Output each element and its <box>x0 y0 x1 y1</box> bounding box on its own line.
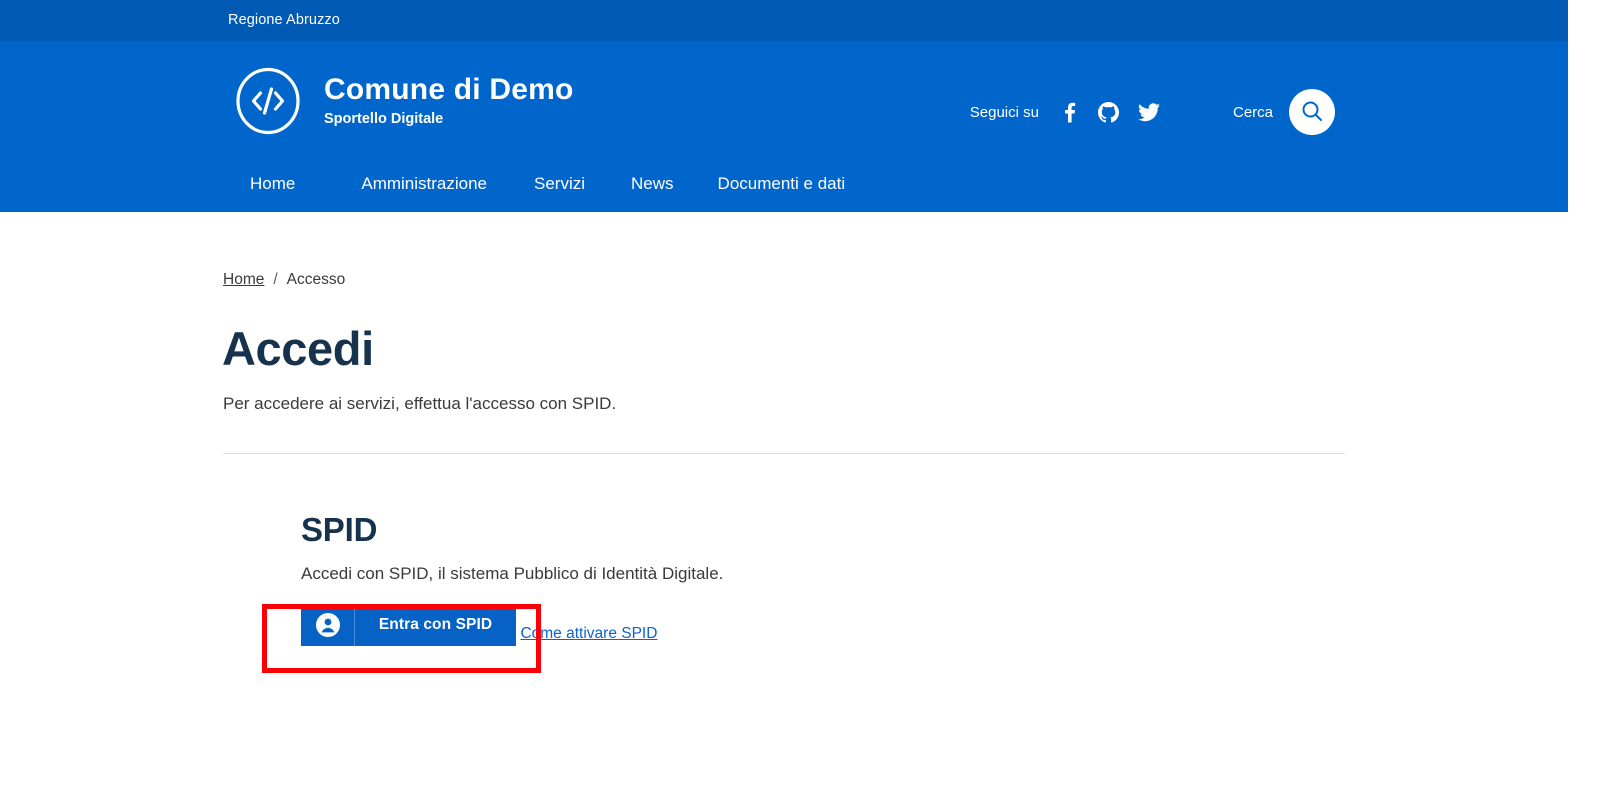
page-intro-text: Per accedere ai servizi, effettua l'acce… <box>223 394 617 413</box>
entra-con-spid-label: Entra con SPID <box>378 616 493 633</box>
page-root: Regione Abruzzo Comune di Demo Sportello… <box>0 0 1612 798</box>
owner-label: Regione Abruzzo <box>228 12 340 28</box>
header-utilities: Seguici su Cerca <box>970 84 1335 140</box>
spid-description: Accedi con SPID, il sistema Pubblico di … <box>301 564 724 583</box>
section-divider <box>223 453 1345 454</box>
search-group: Cerca <box>1233 89 1335 135</box>
page-title: Accedi <box>222 322 374 375</box>
breadcrumb-item-home[interactable]: Home <box>223 271 264 289</box>
site-subtitle: Sportello Digitale <box>324 111 444 127</box>
follow-us-label: Seguici su <box>969 103 1039 121</box>
nav-item-documenti-e-dati[interactable]: Documenti e dati <box>718 170 846 198</box>
main-navigation: Home Amministrazione Servizi News Docume… <box>250 170 845 198</box>
brand-block[interactable]: Comune di Demo Sportello Digitale <box>234 67 573 135</box>
entra-con-spid-button[interactable]: Entra con SPID <box>301 604 516 646</box>
facebook-icon[interactable] <box>1057 100 1081 124</box>
user-circle-icon <box>301 604 355 646</box>
search-icon <box>1300 99 1324 126</box>
github-icon[interactable] <box>1097 100 1121 124</box>
search-label: Cerca <box>1232 103 1273 121</box>
top-owner-bar: Regione Abruzzo <box>0 0 1568 41</box>
breadcrumb-separator: / <box>273 271 278 288</box>
come-attivare-spid-link[interactable]: Come attivare SPID <box>520 625 657 643</box>
nav-item-home[interactable]: Home <box>250 170 295 198</box>
site-header: Comune di Demo Sportello Digitale Seguic… <box>0 41 1568 212</box>
spid-heading: SPID <box>301 511 378 548</box>
nav-item-servizi[interactable]: Servizi <box>534 170 585 198</box>
search-button[interactable] <box>1289 89 1335 135</box>
nav-item-amministrazione[interactable]: Amministrazione <box>361 170 487 198</box>
site-title: Comune di Demo <box>324 73 574 106</box>
spid-login-section: SPID Accedi con SPID, il sistema Pubblic… <box>301 510 723 646</box>
breadcrumb: Home / Accesso <box>223 271 345 289</box>
social-links <box>1057 100 1161 124</box>
code-brackets-circle-icon <box>234 67 302 135</box>
breadcrumb-item-current: Accesso <box>286 271 346 288</box>
twitter-icon[interactable] <box>1137 100 1161 124</box>
nav-item-news[interactable]: News <box>631 170 674 198</box>
